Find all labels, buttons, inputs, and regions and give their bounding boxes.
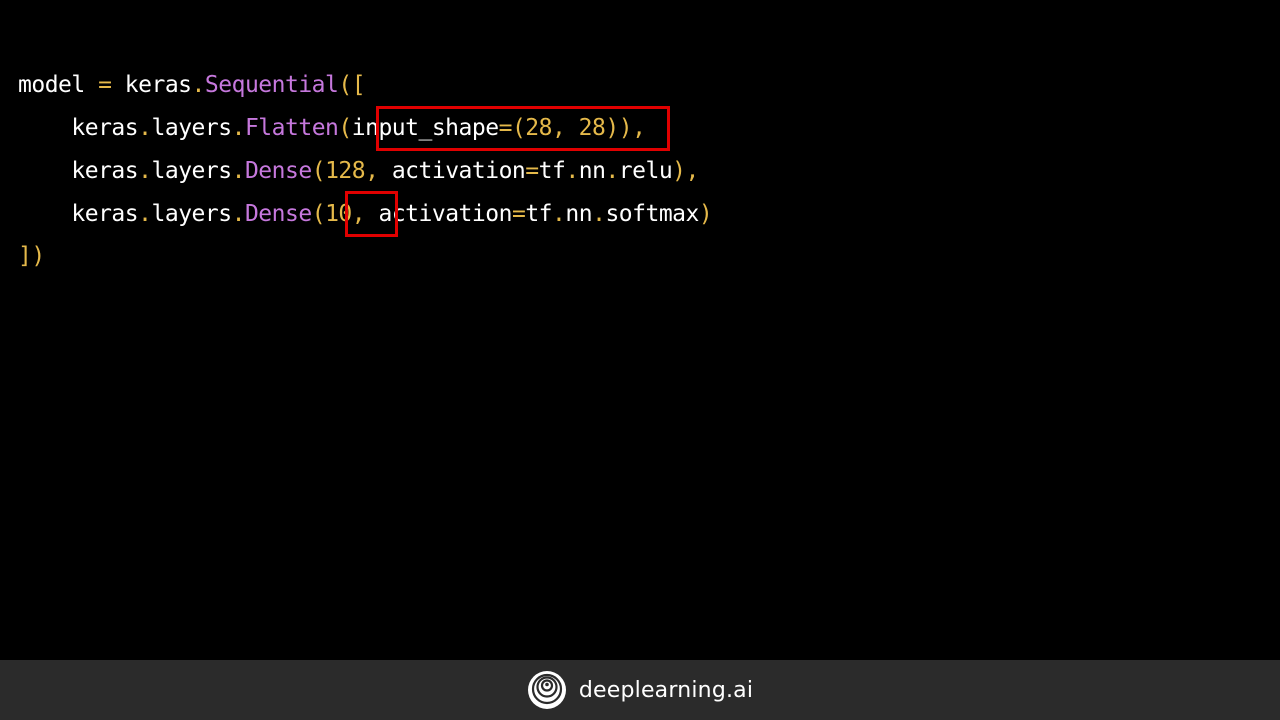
code-line-1: model = keras.Sequential([ xyxy=(18,70,366,100)
code-token: , xyxy=(365,158,392,184)
code-token: keras xyxy=(71,158,139,184)
code-token: . xyxy=(138,115,152,141)
code-token: activation xyxy=(378,201,512,227)
code-token: . xyxy=(231,115,246,141)
code-token: model xyxy=(18,72,85,98)
code-token: . xyxy=(138,201,152,227)
code-token: Dense xyxy=(244,201,312,227)
code-token: ( xyxy=(338,115,352,141)
code-token: . xyxy=(565,158,579,184)
code-token: keras xyxy=(124,72,192,98)
code-line-3: keras.layers.Dense(128, activation=tf.nn… xyxy=(18,156,699,186)
code-token: . xyxy=(592,201,606,227)
brand-name: deeplearning.ai xyxy=(578,677,754,703)
code-token: relu xyxy=(618,158,673,184)
highlight-box-output-units xyxy=(345,191,398,237)
code-token: . xyxy=(231,158,246,184)
code-token: = xyxy=(525,158,539,184)
code-token: keras xyxy=(71,201,139,227)
deeplearning-logo-icon xyxy=(527,670,567,710)
code-block: model = keras.Sequential([ keras.layers.… xyxy=(18,0,713,312)
code-token: Sequential xyxy=(204,72,339,98)
code-line-5: ]) xyxy=(18,241,45,271)
slide: model = keras.Sequential([ keras.layers.… xyxy=(0,0,1280,660)
code-token: ]) xyxy=(18,243,45,269)
code-token: ([ xyxy=(338,72,366,98)
code-token: = xyxy=(84,72,125,98)
code-token: tf xyxy=(525,201,553,227)
code-token: ), xyxy=(672,158,699,184)
code-token: layers xyxy=(151,201,233,227)
code-token: softmax xyxy=(605,201,699,227)
code-token: layers xyxy=(151,158,233,184)
code-token: 128 xyxy=(325,158,366,184)
code-token: nn xyxy=(578,158,606,184)
code-token: ( xyxy=(311,201,326,227)
code-token: keras xyxy=(71,115,139,141)
footer-bar: deeplearning.ai xyxy=(0,660,1280,720)
code-token: activation xyxy=(391,158,526,184)
code-token: Flatten xyxy=(244,115,339,141)
code-token: ) xyxy=(698,201,713,227)
code-token: Dense xyxy=(244,158,312,184)
code-token: . xyxy=(138,158,152,184)
code-token: ( xyxy=(311,158,326,184)
highlight-box-input-shape xyxy=(376,106,670,151)
code-token: = xyxy=(511,201,526,227)
code-token: . xyxy=(552,201,566,227)
code-token: nn xyxy=(565,201,593,227)
code-token: tf xyxy=(538,158,566,184)
code-token: . xyxy=(231,201,246,227)
code-token: . xyxy=(605,158,619,184)
code-token: layers xyxy=(151,115,233,141)
code-token: . xyxy=(191,72,206,98)
